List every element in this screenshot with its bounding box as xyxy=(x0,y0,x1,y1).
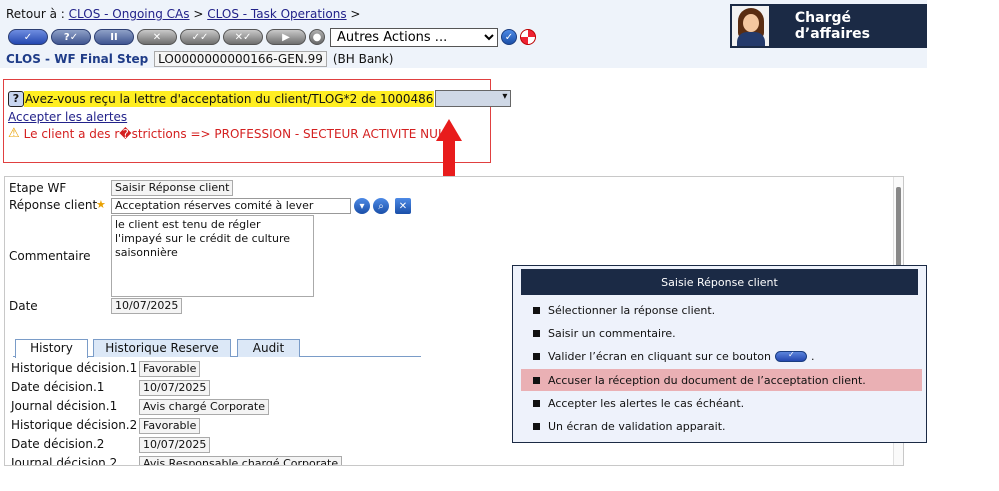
close-icon: ✕ xyxy=(152,31,162,43)
pause-icon: II xyxy=(110,31,118,43)
forward-button[interactable]: ▶ xyxy=(266,29,306,45)
pause-button[interactable]: II xyxy=(94,29,134,45)
help-check-icon: ?✓ xyxy=(63,31,79,43)
instruction-item-highlighted: Accuser la réception du document de l’ac… xyxy=(521,369,922,391)
etape-wf-value: Saisir Réponse client xyxy=(111,180,234,196)
history-value: Favorable xyxy=(139,361,201,377)
circle-icon: ● xyxy=(312,31,322,43)
history-label: Date décision.1 xyxy=(11,380,105,394)
workflow-title: CLOS - WF Final Step xyxy=(6,52,149,66)
history-label: Journal décision.2 xyxy=(11,456,118,466)
bullet-icon xyxy=(533,376,540,384)
breadcrumb: Retour à : CLOS - Ongoing CAs > CLOS - T… xyxy=(6,7,360,21)
history-label: Date décision.2 xyxy=(11,437,105,451)
tab-history[interactable]: History xyxy=(15,339,88,358)
instruction-item: Accepter les alertes le cas échéant. xyxy=(521,392,922,414)
bullet-icon xyxy=(533,422,540,430)
validate-button-icon xyxy=(775,350,807,362)
lifebuoy-icon[interactable] xyxy=(520,29,536,45)
question-row: ? Avez-vous reçu la lettre d'acceptation… xyxy=(8,89,512,108)
bank-name: (BH Bank) xyxy=(332,52,394,66)
commentaire-label: Commentaire xyxy=(9,249,91,263)
chevron-down-icon: ▾ xyxy=(359,200,365,212)
close-icon: ✕ xyxy=(398,200,408,212)
help-icon[interactable]: ? xyxy=(8,90,24,107)
alert-box: ? Avez-vous reçu la lettre d'acceptation… xyxy=(3,79,512,163)
history-value: 10/07/2025 xyxy=(139,437,211,453)
history-value: Avis Responsable chargé Corporate xyxy=(139,456,343,465)
history-tabs: History Historique Reserve Audit xyxy=(13,339,421,358)
reject-validate-button[interactable]: ✕✓ xyxy=(223,29,263,45)
toolbar: ✓ ?✓ II ✕ ✓✓ ✕✓ ▶ ● Autres Actions ... ✓ xyxy=(8,27,536,47)
reponse-client-input[interactable]: Acceptation réserves comité à lever xyxy=(111,198,351,214)
restriction-text: Le client a des r�strictions => PROFESSI… xyxy=(23,126,452,141)
breadcrumb-separator: > xyxy=(350,7,361,21)
workflow-info: CLOS - WF Final Step LO0000000000166-GEN… xyxy=(6,51,393,67)
avatar xyxy=(732,6,769,46)
other-actions-select[interactable]: Autres Actions ... xyxy=(330,27,498,47)
search-button[interactable]: ⌕ xyxy=(373,198,389,214)
tab-audit[interactable]: Audit xyxy=(237,339,300,357)
history-label: Historique décision.1 xyxy=(11,361,138,375)
double-check-icon: ✓✓ xyxy=(191,31,209,43)
history-label: Journal décision.1 xyxy=(11,399,118,413)
instruction-item: Sélectionner la réponse client. xyxy=(521,299,922,321)
breadcrumb-prefix: Retour à : xyxy=(6,7,65,21)
clear-button[interactable]: ✕ xyxy=(395,198,411,214)
validate-button[interactable]: ✓ xyxy=(8,29,48,45)
bullet-icon xyxy=(533,352,540,360)
bullet-icon xyxy=(533,329,540,337)
chevron-down-icon: ▾ xyxy=(502,91,508,102)
breadcrumb-separator: > xyxy=(193,7,204,21)
instruction-item: Saisir un commentaire. xyxy=(521,322,922,344)
question-answer-select[interactable]: ▾ xyxy=(435,90,512,107)
scrollbar-thumb[interactable] xyxy=(896,187,901,267)
instructions-title: Saisie Réponse client xyxy=(521,269,918,295)
help-validate-button[interactable]: ?✓ xyxy=(51,29,91,45)
question-text: Avez-vous reçu la lettre d'acceptation d… xyxy=(24,90,435,107)
cancel-button[interactable]: ✕ xyxy=(137,29,177,45)
bullet-icon xyxy=(533,399,540,407)
warning-icon: ⚠ xyxy=(8,126,20,141)
forward-icon: ▶ xyxy=(282,31,290,43)
commentaire-textarea[interactable]: le client est tenu de régler l'impayé su… xyxy=(111,215,314,297)
search-icon: ⌕ xyxy=(378,200,384,212)
breadcrumb-link-ongoing-cas[interactable]: CLOS - Ongoing CAs xyxy=(69,7,190,21)
history-value: 10/07/2025 xyxy=(139,380,211,396)
tab-historique-reserve[interactable]: Historique Reserve xyxy=(93,339,231,357)
check-cross-icon: ✕✓ xyxy=(234,31,252,43)
check-icon: ✓ xyxy=(504,31,514,43)
user-profile-badge: Chargé d’affaires xyxy=(730,4,927,48)
reponse-client-label: Réponse client xyxy=(9,198,98,212)
instruction-item: Un écran de validation apparait. xyxy=(521,415,922,437)
accept-alerts-link[interactable]: Accepter les alertes xyxy=(8,110,127,124)
actions-go-button[interactable]: ✓ xyxy=(501,29,517,45)
history-value: Avis chargé Corporate xyxy=(139,399,269,415)
instruction-item: Valider l’écran en cliquant sur ce bouto… xyxy=(521,345,922,367)
date-value: 10/07/2025 xyxy=(111,298,183,314)
dropdown-button[interactable]: ▾ xyxy=(354,198,370,214)
user-role-label: Chargé d’affaires xyxy=(794,10,870,42)
required-star-icon: ★ xyxy=(96,198,106,211)
restriction-warning: ⚠ Le client a des r�strictions => PROFES… xyxy=(8,126,451,141)
bullet-icon xyxy=(533,306,540,314)
instructions-panel: Saisie Réponse client Sélectionner la ré… xyxy=(512,265,927,443)
double-validate-button[interactable]: ✓✓ xyxy=(180,29,220,45)
etape-wf-label: Etape WF xyxy=(9,181,67,195)
case-reference: LO0000000000166-GEN.99 xyxy=(154,51,327,67)
history-value: Favorable xyxy=(139,418,201,434)
history-label: Historique décision.2 xyxy=(11,418,138,432)
breadcrumb-link-task-operations[interactable]: CLOS - Task Operations xyxy=(207,7,346,21)
check-icon: ✓ xyxy=(23,31,33,43)
refresh-button[interactable]: ● xyxy=(309,29,325,45)
date-label: Date xyxy=(9,299,38,313)
